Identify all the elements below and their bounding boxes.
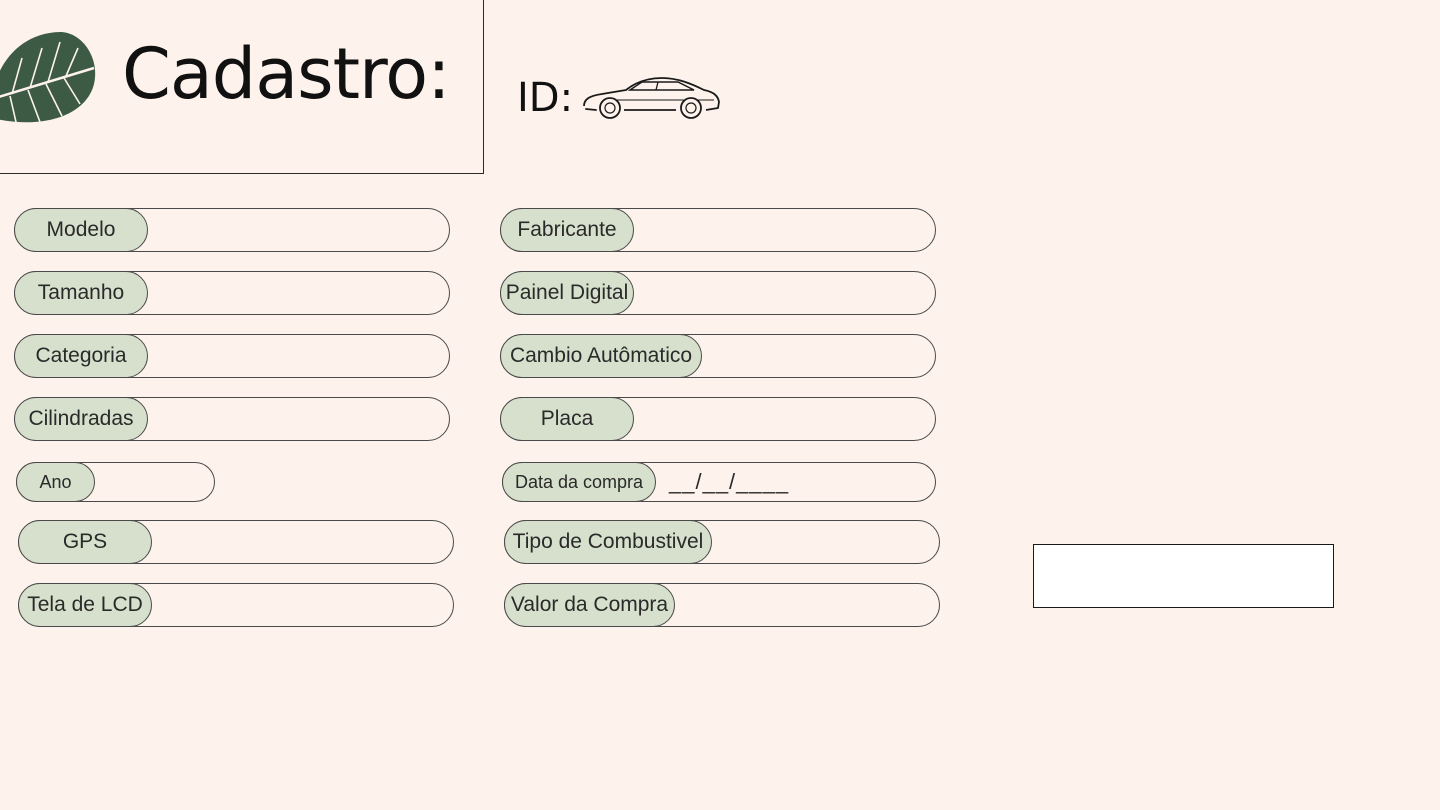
car-icon bbox=[583, 77, 720, 119]
field-label: Data da compra bbox=[502, 462, 656, 502]
field-gps[interactable]: GPS bbox=[18, 520, 454, 564]
blank-box[interactable] bbox=[1033, 544, 1334, 608]
field-tela-lcd[interactable]: Tela de LCD bbox=[18, 583, 454, 627]
field-label: Cilindradas bbox=[14, 397, 148, 441]
field-tamanho[interactable]: Tamanho bbox=[14, 271, 450, 315]
field-cambio-automatico[interactable]: Cambio Autômatico bbox=[500, 334, 936, 378]
field-data-compra[interactable]: Data da compra __/__/____ bbox=[502, 462, 936, 502]
field-cilindradas[interactable]: Cilindradas bbox=[14, 397, 450, 441]
field-label: Categoria bbox=[14, 334, 148, 378]
field-label: Placa bbox=[500, 397, 634, 441]
page-title: Cadastro: bbox=[122, 33, 451, 115]
field-valor-compra[interactable]: Valor da Compra bbox=[504, 583, 940, 627]
field-modelo[interactable]: Modelo bbox=[14, 208, 450, 252]
field-label: Cambio Autômatico bbox=[500, 334, 702, 378]
field-label: Ano bbox=[16, 462, 95, 502]
field-placa[interactable]: Placa bbox=[500, 397, 936, 441]
field-label: Painel Digital bbox=[500, 271, 634, 315]
leaf-icon bbox=[0, 32, 96, 123]
field-label: Modelo bbox=[14, 208, 148, 252]
field-fabricante[interactable]: Fabricante bbox=[500, 208, 936, 252]
field-tipo-combustivel[interactable]: Tipo de Combustivel bbox=[504, 520, 940, 564]
field-label: Tamanho bbox=[14, 271, 148, 315]
field-label: Fabricante bbox=[500, 208, 634, 252]
field-label: Tela de LCD bbox=[18, 583, 152, 627]
field-categoria[interactable]: Categoria bbox=[14, 334, 450, 378]
field-painel-digital[interactable]: Painel Digital bbox=[500, 271, 936, 315]
field-ano[interactable]: Ano bbox=[16, 462, 215, 502]
id-label: ID: bbox=[517, 75, 574, 121]
field-label: Tipo de Combustivel bbox=[504, 520, 712, 564]
field-label: GPS bbox=[18, 520, 152, 564]
field-label: Valor da Compra bbox=[504, 583, 675, 627]
date-mask: __/__/____ bbox=[669, 469, 790, 494]
